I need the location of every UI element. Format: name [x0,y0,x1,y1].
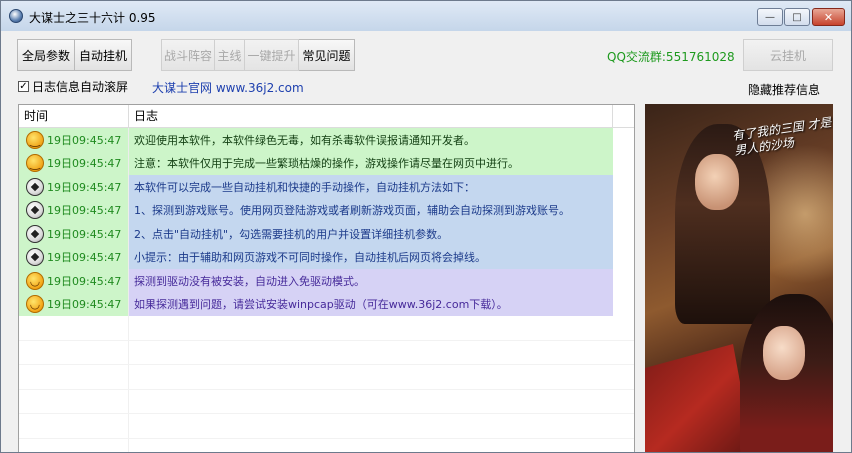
empty-row [19,316,634,341]
auto-hangup-button[interactable]: 自动挂机 [75,39,132,71]
qq-group-text: QQ交流群:551761028 [607,50,735,64]
log-time-cell: 19日09:45:47 [19,222,129,246]
column-header-time[interactable]: 时间 [19,105,129,127]
smile-icon: ‿ [26,130,44,149]
log-message: 2、点击"自动挂机"，勾选需要挂机的用户并设置详细挂机参数。 [129,222,613,246]
log-time-cell: ◡ 19日09:45:47 [19,292,129,316]
log-time-cell: ‿ 19日09:45:47 [19,128,129,152]
log-timestamp: 19日09:45:47 [47,274,122,288]
empty-row [19,414,634,439]
log-list-header: 时间 日志 [19,105,634,128]
grin-icon: ◡ [26,295,44,314]
soccer-ball-icon [26,248,44,267]
log-timestamp: 19日09:45:47 [47,227,122,241]
log-row[interactable]: 19日09:45:47 2、点击"自动挂机"，勾选需要挂机的用户并设置详细挂机参… [19,222,634,246]
log-timestamp: 19日09:45:47 [47,204,122,218]
log-message: 探测到驱动没有被安装，自动进入免驱动模式。 [129,269,613,293]
log-time-cell: ◡ 19日09:45:47 [19,269,129,293]
hide-recommend-link[interactable]: 隐藏推荐信息 [748,81,820,98]
column-header-filler [613,105,634,127]
empty-row [19,389,634,414]
smile-icon: ‿ [26,154,44,173]
auto-scroll-option[interactable]: ✓ 日志信息自动滚屏 [18,78,128,95]
ad-banner[interactable]: 有了我的三国 才是男人的沙场 [645,104,833,452]
primary-toolbar: 全局参数 自动挂机 [17,39,132,71]
battle-formation-button[interactable]: 战斗阵容 [161,39,215,71]
empty-row [19,365,634,390]
soccer-ball-icon [26,177,44,196]
grin-icon: ◡ [26,271,44,290]
main-window: 大谋士之三十六计 0.95 — □ ✕ 全局参数 自动挂机 战斗阵容 主线 一键… [0,0,852,453]
log-message: 本软件可以完成一些自动挂机和快捷的手动操作，自动挂机方法如下： [129,175,613,199]
auto-scroll-checkbox[interactable]: ✓ [18,81,29,92]
column-header-log[interactable]: 日志 [129,105,613,127]
minimize-icon: — [765,11,775,23]
app-icon [9,9,23,23]
log-message: 注意：本软件仅用于完成一些繁琐枯燥的操作，游戏操作请尽量在网页中进行。 [129,151,613,175]
maximize-icon: □ [792,11,802,23]
log-timestamp: 19日09:45:47 [47,298,122,312]
ad-warrior-face [695,154,739,210]
close-button[interactable]: ✕ [812,8,845,26]
log-time-cell: 19日09:45:47 [19,245,129,269]
empty-row [19,438,634,452]
secondary-toolbar: 战斗阵容 主线 一键提升 常见问题 [161,39,355,71]
log-message: 小提示：由于辅助和网页游戏不可同时操作，自动挂机后网页将会掉线。 [129,245,613,269]
soccer-ball-icon [26,201,44,220]
log-timestamp: 19日09:45:47 [47,157,122,171]
faq-button[interactable]: 常见问题 [299,39,355,71]
log-row[interactable]: ◡ 19日09:45:47 探测到驱动没有被安装，自动进入免驱动模式。 [19,269,634,293]
window-title: 大谋士之三十六计 0.95 [29,11,156,25]
ad-lady-face [763,326,805,380]
ad-red-robe [645,344,755,452]
official-site-link[interactable]: 大谋士官网 www.36j2.com [152,79,304,96]
title-bar[interactable]: 大谋士之三十六计 0.95 — □ ✕ [1,1,851,31]
log-row[interactable]: ‿ 19日09:45:47 欢迎使用本软件，本软件绿色无毒，如有杀毒软件误报请通知… [19,128,634,152]
maximize-button[interactable]: □ [784,8,810,26]
main-line-button[interactable]: 主线 [215,39,245,71]
log-timestamp: 19日09:45:47 [47,133,122,147]
close-icon: ✕ [823,10,834,24]
log-list[interactable]: 时间 日志 ‿ 19日09:45:47 欢迎使用本软件，本软件绿色无毒，如有杀毒软… [18,104,635,452]
log-timestamp: 19日09:45:47 [47,251,122,265]
log-row[interactable]: 19日09:45:47 小提示：由于辅助和网页游戏不可同时操作，自动挂机后网页将… [19,245,634,269]
log-message: 1、探测到游戏账号。使用网页登陆游戏或者刷新游戏页面，辅助会自动探测到游戏账号。 [129,198,613,222]
log-rows: ‿ 19日09:45:47 欢迎使用本软件，本软件绿色无毒，如有杀毒软件误报请通知… [19,128,634,452]
cloud-hangup-button[interactable]: 云挂机 [743,39,833,71]
auto-scroll-label: 日志信息自动滚屏 [32,80,129,94]
soccer-ball-icon [26,224,44,243]
log-time-cell: 19日09:45:47 [19,175,129,199]
log-row[interactable]: ◡ 19日09:45:47 如果探测遇到问题，请尝试安装winpcap驱动（可在w… [19,292,634,316]
global-params-button[interactable]: 全局参数 [17,39,75,71]
empty-row [19,340,634,365]
log-time-cell: 19日09:45:47 [19,198,129,222]
log-timestamp: 19日09:45:47 [47,180,122,194]
log-row[interactable]: ‿ 19日09:45:47 注意：本软件仅用于完成一些繁琐枯燥的操作，游戏操作请尽… [19,151,634,175]
one-key-upgrade-button[interactable]: 一键提升 [245,39,299,71]
log-row[interactable]: 19日09:45:47 1、探测到游戏账号。使用网页登陆游戏或者刷新游戏页面，辅… [19,198,634,222]
log-row[interactable]: 19日09:45:47 本软件可以完成一些自动挂机和快捷的手动操作，自动挂机方法… [19,175,634,199]
log-message: 欢迎使用本软件，本软件绿色无毒，如有杀毒软件误报请通知开发者。 [129,128,613,152]
log-time-cell: ‿ 19日09:45:47 [19,151,129,175]
minimize-button[interactable]: — [757,8,783,26]
log-message: 如果探测遇到问题，请尝试安装winpcap驱动（可在www.36j2.com下载… [129,292,613,316]
